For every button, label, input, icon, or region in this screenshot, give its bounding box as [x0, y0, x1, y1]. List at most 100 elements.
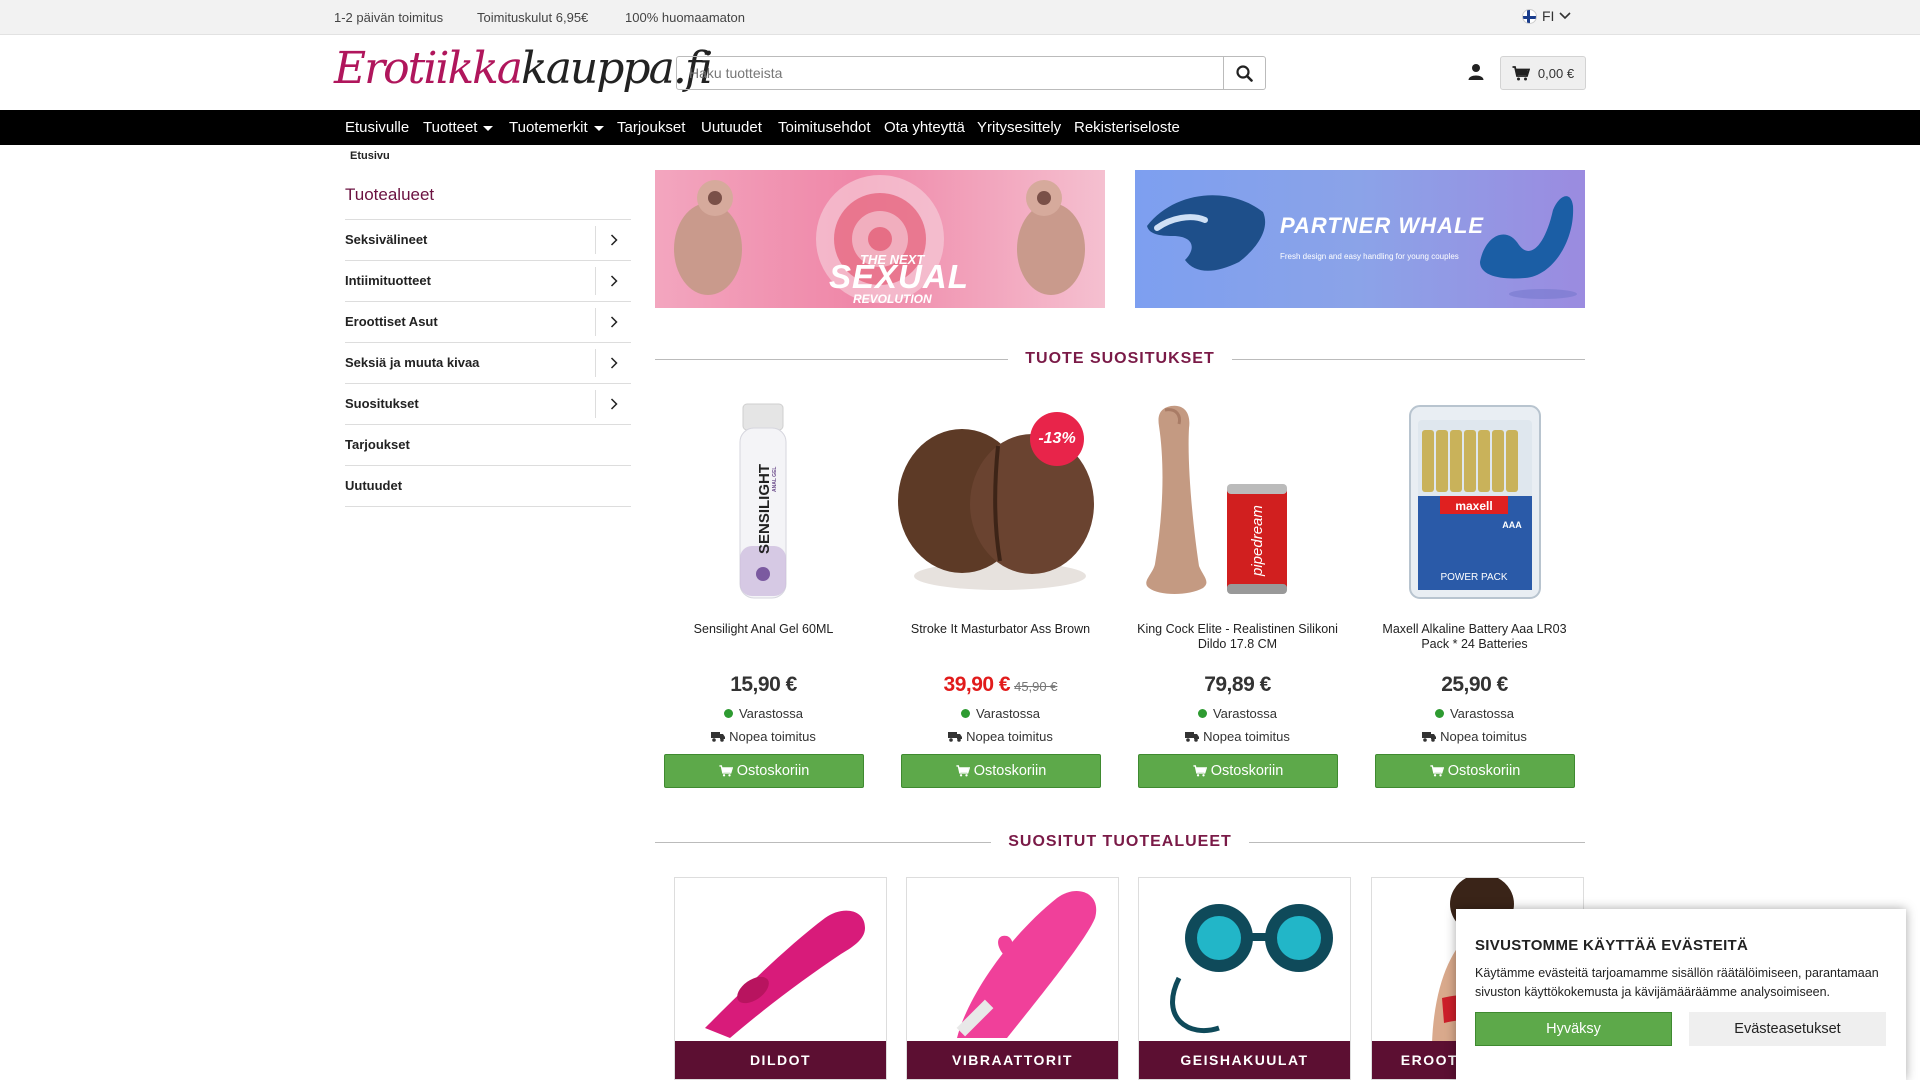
nav-item-brands-label: Tuotemerkit	[509, 119, 588, 136]
category-label: GEISHAKUULAT	[1139, 1041, 1350, 1079]
add-to-cart-label: Ostoskoriin	[1210, 763, 1284, 779]
sidebar-item-label: Seksiä ja muuta kivaa	[345, 355, 480, 370]
divider	[655, 358, 1009, 360]
category-tile-vibrators[interactable]: VIBRAATTORIT	[906, 877, 1119, 1080]
sidebar-item-offers[interactable]: Tarjoukset	[345, 425, 631, 466]
stock-status: Varastossa	[645, 706, 882, 721]
nav-item-home[interactable]: Etusivulle	[345, 119, 409, 136]
stock-label: Varastossa	[1212, 706, 1278, 721]
sidebar-item-label: Suositukset	[345, 396, 419, 411]
chevron-right-icon[interactable]	[595, 267, 631, 295]
sidebar-item-recommendations[interactable]: Suositukset	[345, 384, 631, 425]
language-selector[interactable]: FI	[1522, 8, 1572, 24]
add-to-cart-button[interactable]: Ostoskoriin	[1375, 754, 1575, 788]
bottle-sublabel: ANAL GEL	[772, 467, 778, 492]
shopping-cart-icon	[1193, 765, 1207, 777]
battery-pack-label: POWER PACK	[1440, 572, 1507, 583]
bottle-label: SENSILIGHT	[756, 464, 773, 554]
info-delivery-time: 1-2 päivän toimitus	[334, 10, 444, 25]
shipping-label: Nopea toimitus	[966, 729, 1053, 744]
battery-brand: maxell	[1455, 499, 1492, 513]
in-stock-dot-icon	[960, 709, 970, 718]
user-account-icon[interactable]	[1466, 62, 1486, 82]
discount-badge: -13%	[1030, 412, 1084, 466]
search-input[interactable]	[677, 57, 1223, 89]
section-title: TUOTE SUOSITUKSET	[1025, 350, 1215, 367]
product-image[interactable]	[882, 396, 1119, 606]
popular-categories-heading: SUOSITUT TUOTEALUEET	[655, 831, 1585, 853]
cookie-settings-button[interactable]: Evästeasetukset	[1689, 1012, 1886, 1046]
sidebar-item-erotic-outfits[interactable]: Eroottiset Asut	[345, 302, 631, 343]
truck-icon	[948, 732, 963, 742]
product-name[interactable]: Stroke It Masturbator Ass Brown	[900, 622, 1101, 637]
product-name[interactable]: Sensilight Anal Gel 60ML	[663, 622, 864, 637]
nav-item-privacy[interactable]: Rekisteriseloste	[1074, 119, 1180, 136]
shipping-label: Nopea toimitus	[1203, 729, 1290, 744]
product-image[interactable]: pipedream	[1119, 396, 1356, 606]
banner-line2: SEXUAL	[829, 258, 969, 295]
shipping-info: Nopea toimitus	[1356, 729, 1593, 744]
product-card: SENSILIGHT ANAL GEL Sensilight Anal Gel …	[645, 396, 882, 796]
search-button[interactable]	[1223, 57, 1265, 89]
shipping-label: Nopea toimitus	[1440, 729, 1527, 744]
in-stock-dot-icon	[723, 709, 733, 718]
banner-title: PARTNER WHALE	[1280, 213, 1485, 238]
product-name[interactable]: King Cock Elite - Realistinen Silikoni D…	[1137, 622, 1338, 652]
stock-label: Varastossa	[975, 706, 1041, 721]
site-logo[interactable]: Erotiikkakauppa.fi	[334, 44, 713, 94]
product-image[interactable]: SENSILIGHT ANAL GEL	[645, 396, 882, 606]
search-icon	[1236, 64, 1253, 82]
nav-item-terms[interactable]: Toimitusehdot	[778, 119, 871, 136]
truck-icon	[1185, 732, 1200, 742]
product-name[interactable]: Maxell Alkaline Battery Aaa LR03 Pack * …	[1374, 622, 1575, 652]
main-navigation: Etusivulle Tuotteet Tuotemerkit Tarjouks…	[0, 110, 1920, 145]
nav-item-contact[interactable]: Ota yhteyttä	[884, 119, 965, 136]
in-stock-dot-icon	[1434, 709, 1444, 718]
sidebar-item-sex-and-fun[interactable]: Seksiä ja muuta kivaa	[345, 343, 631, 384]
accept-cookies-button[interactable]: Hyväksy	[1475, 1012, 1672, 1046]
divider	[655, 841, 992, 843]
sidebar-item-label: Intiimituotteet	[345, 273, 431, 288]
add-to-cart-button[interactable]: Ostoskoriin	[664, 754, 864, 788]
category-image	[705, 910, 865, 1038]
chevron-right-icon[interactable]	[595, 226, 631, 254]
current-price: 25,90 €	[1441, 673, 1508, 696]
product-image[interactable]: maxell POWER PACK AAA	[1356, 396, 1593, 606]
battery-size: AAA	[1502, 520, 1522, 530]
category-tile-kegel-balls[interactable]: GEISHAKUULAT	[1138, 877, 1351, 1080]
add-to-cart-button[interactable]: Ostoskoriin	[901, 754, 1101, 788]
category-tile-dildos[interactable]: DILDOT	[674, 877, 887, 1080]
sidebar-item-label: Uutuudet	[345, 478, 403, 493]
stock-status: Varastossa	[882, 706, 1119, 721]
chevron-right-icon[interactable]	[595, 390, 631, 418]
sidebar-title: Tuotealueet	[345, 185, 435, 204]
sidebar-item-intimate-products[interactable]: Intiimituotteet	[345, 261, 631, 302]
chevron-right-icon[interactable]	[595, 349, 631, 377]
nav-item-products[interactable]: Tuotteet	[423, 119, 494, 136]
divider	[1231, 358, 1586, 360]
promo-banner-partner-whale[interactable]: PARTNER WHALE Fresh design and easy hand…	[1135, 170, 1585, 308]
sidebar-item-label: Seksivälineet	[345, 232, 428, 247]
nav-item-brands[interactable]: Tuotemerkit	[509, 119, 604, 136]
product-card: -13% Stroke It Masturbator Ass Brown 39,…	[882, 396, 1119, 796]
add-to-cart-button[interactable]: Ostoskoriin	[1138, 754, 1338, 788]
nav-item-company[interactable]: Yritysesittely	[977, 119, 1061, 136]
nav-item-offers[interactable]: Tarjoukset	[617, 119, 685, 136]
chevron-right-icon[interactable]	[595, 308, 631, 336]
sidebar-item-sex-toys[interactable]: Seksivälineet	[345, 220, 631, 261]
nav-item-products-label: Tuotteet	[423, 119, 478, 136]
breadcrumb[interactable]: Etusivu	[350, 150, 390, 162]
cookie-title: SIVUSTOMME KÄYTTÄÄ EVÄSTEITÄ	[1475, 937, 1749, 954]
finland-flag-icon	[1522, 8, 1537, 24]
truck-icon	[1422, 732, 1437, 742]
info-shipping-cost: Toimituskulut 6,95€	[477, 10, 589, 25]
nav-item-new[interactable]: Uutuudet	[701, 119, 762, 136]
shipping-label: Nopea toimitus	[729, 729, 816, 744]
add-to-cart-label: Ostoskoriin	[1447, 763, 1521, 779]
language-label: FI	[1542, 8, 1555, 24]
truck-icon	[711, 732, 726, 742]
cart-button[interactable]: 0,00 €	[1500, 56, 1586, 90]
promo-banner-sexual-revolution[interactable]: THE NEXT SEXUAL REVOLUTION	[655, 170, 1105, 308]
category-label: VIBRAATTORIT	[907, 1041, 1118, 1079]
sidebar-item-new-arrivals[interactable]: Uutuudet	[345, 466, 631, 507]
